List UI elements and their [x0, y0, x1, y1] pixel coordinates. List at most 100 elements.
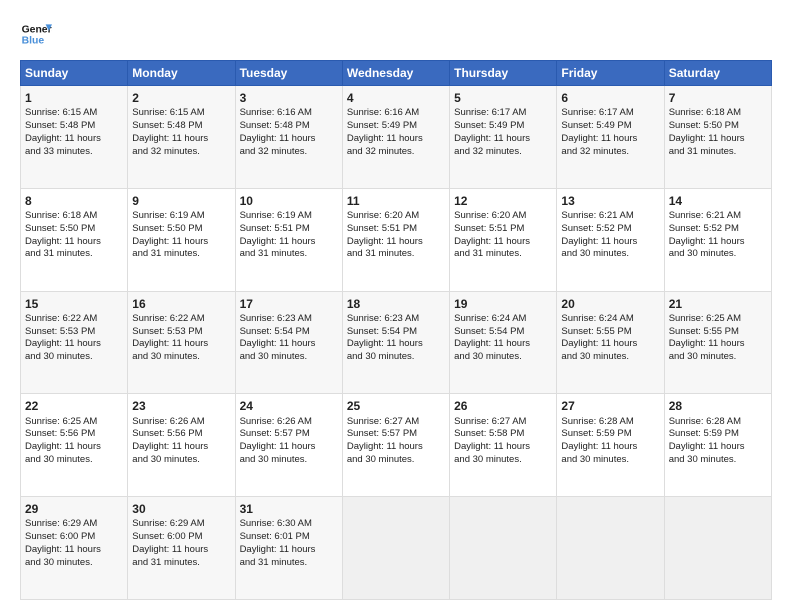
col-header-wednesday: Wednesday	[342, 61, 449, 86]
day-info-line: Sunrise: 6:15 AM	[132, 107, 230, 120]
day-info-line: Sunset: 5:54 PM	[240, 326, 338, 339]
calendar-cell: 5Sunrise: 6:17 AMSunset: 5:49 PMDaylight…	[450, 86, 557, 189]
day-info-line: and 31 minutes.	[454, 248, 552, 261]
day-info-line: Daylight: 11 hours	[240, 544, 338, 557]
day-info-line: Daylight: 11 hours	[347, 441, 445, 454]
calendar-cell: 9Sunrise: 6:19 AMSunset: 5:50 PMDaylight…	[128, 188, 235, 291]
day-info-line: and 30 minutes.	[132, 351, 230, 364]
day-number: 29	[25, 501, 123, 517]
page: General Blue SundayMondayTuesdayWednesda…	[0, 0, 792, 612]
day-info-line: Daylight: 11 hours	[669, 338, 767, 351]
day-info-line: Sunset: 5:54 PM	[454, 326, 552, 339]
day-info-line: Daylight: 11 hours	[132, 544, 230, 557]
day-info-line: Daylight: 11 hours	[132, 338, 230, 351]
day-number: 12	[454, 193, 552, 209]
day-info-line: Sunset: 5:58 PM	[454, 428, 552, 441]
day-info-line: Sunrise: 6:16 AM	[347, 107, 445, 120]
day-info-line: Sunrise: 6:16 AM	[240, 107, 338, 120]
day-number: 1	[25, 90, 123, 106]
calendar-cell: 28Sunrise: 6:28 AMSunset: 5:59 PMDayligh…	[664, 394, 771, 497]
calendar-cell	[342, 497, 449, 600]
calendar-week-3: 15Sunrise: 6:22 AMSunset: 5:53 PMDayligh…	[21, 291, 772, 394]
day-info-line: and 30 minutes.	[561, 351, 659, 364]
calendar-cell: 26Sunrise: 6:27 AMSunset: 5:58 PMDayligh…	[450, 394, 557, 497]
calendar-cell: 16Sunrise: 6:22 AMSunset: 5:53 PMDayligh…	[128, 291, 235, 394]
day-info-line: Daylight: 11 hours	[347, 236, 445, 249]
day-info-line: Sunrise: 6:18 AM	[25, 210, 123, 223]
day-number: 13	[561, 193, 659, 209]
day-number: 20	[561, 296, 659, 312]
calendar-cell: 4Sunrise: 6:16 AMSunset: 5:49 PMDaylight…	[342, 86, 449, 189]
calendar-cell: 12Sunrise: 6:20 AMSunset: 5:51 PMDayligh…	[450, 188, 557, 291]
calendar-cell: 27Sunrise: 6:28 AMSunset: 5:59 PMDayligh…	[557, 394, 664, 497]
col-header-thursday: Thursday	[450, 61, 557, 86]
day-info-line: Daylight: 11 hours	[132, 133, 230, 146]
day-info-line: Sunrise: 6:19 AM	[132, 210, 230, 223]
day-info-line: and 31 minutes.	[669, 146, 767, 159]
day-info-line: Sunset: 5:49 PM	[454, 120, 552, 133]
day-info-line: Sunrise: 6:30 AM	[240, 518, 338, 531]
day-info-line: and 30 minutes.	[25, 351, 123, 364]
day-info-line: and 30 minutes.	[240, 351, 338, 364]
day-info-line: Sunset: 5:48 PM	[240, 120, 338, 133]
calendar-cell: 21Sunrise: 6:25 AMSunset: 5:55 PMDayligh…	[664, 291, 771, 394]
day-info-line: Daylight: 11 hours	[454, 338, 552, 351]
day-info-line: Daylight: 11 hours	[669, 441, 767, 454]
day-info-line: Daylight: 11 hours	[132, 236, 230, 249]
day-info-line: Sunrise: 6:15 AM	[25, 107, 123, 120]
day-info-line: Sunset: 6:01 PM	[240, 531, 338, 544]
day-info-line: Sunset: 5:48 PM	[25, 120, 123, 133]
day-info-line: Sunrise: 6:20 AM	[454, 210, 552, 223]
day-info-line: Sunrise: 6:24 AM	[561, 313, 659, 326]
day-number: 15	[25, 296, 123, 312]
calendar-cell: 1Sunrise: 6:15 AMSunset: 5:48 PMDaylight…	[21, 86, 128, 189]
day-info-line: Sunrise: 6:21 AM	[561, 210, 659, 223]
day-info-line: Sunrise: 6:24 AM	[454, 313, 552, 326]
day-info-line: and 33 minutes.	[25, 146, 123, 159]
day-info-line: Sunset: 6:00 PM	[132, 531, 230, 544]
day-info-line: Sunrise: 6:25 AM	[669, 313, 767, 326]
day-info-line: Daylight: 11 hours	[240, 338, 338, 351]
day-info-line: Sunset: 5:51 PM	[454, 223, 552, 236]
calendar-cell: 31Sunrise: 6:30 AMSunset: 6:01 PMDayligh…	[235, 497, 342, 600]
day-info-line: Daylight: 11 hours	[25, 133, 123, 146]
calendar-cell: 20Sunrise: 6:24 AMSunset: 5:55 PMDayligh…	[557, 291, 664, 394]
day-number: 21	[669, 296, 767, 312]
calendar-cell: 25Sunrise: 6:27 AMSunset: 5:57 PMDayligh…	[342, 394, 449, 497]
calendar-cell: 19Sunrise: 6:24 AMSunset: 5:54 PMDayligh…	[450, 291, 557, 394]
day-info-line: and 31 minutes.	[132, 248, 230, 261]
day-number: 17	[240, 296, 338, 312]
calendar-table: SundayMondayTuesdayWednesdayThursdayFrid…	[20, 60, 772, 600]
day-info-line: Daylight: 11 hours	[132, 441, 230, 454]
day-number: 30	[132, 501, 230, 517]
day-info-line: and 30 minutes.	[132, 454, 230, 467]
day-number: 28	[669, 398, 767, 414]
day-info-line: Sunset: 5:52 PM	[561, 223, 659, 236]
day-info-line: Sunset: 5:56 PM	[132, 428, 230, 441]
day-number: 10	[240, 193, 338, 209]
day-info-line: Daylight: 11 hours	[561, 338, 659, 351]
calendar-cell: 11Sunrise: 6:20 AMSunset: 5:51 PMDayligh…	[342, 188, 449, 291]
day-info-line: Daylight: 11 hours	[240, 441, 338, 454]
day-info-line: Sunset: 5:49 PM	[561, 120, 659, 133]
day-info-line: and 31 minutes.	[132, 557, 230, 570]
day-info-line: Daylight: 11 hours	[25, 544, 123, 557]
calendar-cell: 17Sunrise: 6:23 AMSunset: 5:54 PMDayligh…	[235, 291, 342, 394]
day-info-line: and 30 minutes.	[454, 351, 552, 364]
day-info-line: Daylight: 11 hours	[561, 133, 659, 146]
day-info-line: Daylight: 11 hours	[25, 441, 123, 454]
day-info-line: Sunrise: 6:21 AM	[669, 210, 767, 223]
calendar-cell: 2Sunrise: 6:15 AMSunset: 5:48 PMDaylight…	[128, 86, 235, 189]
calendar-cell: 14Sunrise: 6:21 AMSunset: 5:52 PMDayligh…	[664, 188, 771, 291]
calendar-week-5: 29Sunrise: 6:29 AMSunset: 6:00 PMDayligh…	[21, 497, 772, 600]
col-header-friday: Friday	[557, 61, 664, 86]
day-info-line: Sunset: 5:53 PM	[132, 326, 230, 339]
logo: General Blue	[20, 18, 52, 50]
day-number: 6	[561, 90, 659, 106]
calendar-cell: 13Sunrise: 6:21 AMSunset: 5:52 PMDayligh…	[557, 188, 664, 291]
day-info-line: Sunset: 5:55 PM	[669, 326, 767, 339]
day-info-line: Sunset: 5:52 PM	[669, 223, 767, 236]
day-info-line: and 30 minutes.	[347, 351, 445, 364]
day-info-line: Sunrise: 6:25 AM	[25, 416, 123, 429]
day-info-line: Daylight: 11 hours	[25, 338, 123, 351]
